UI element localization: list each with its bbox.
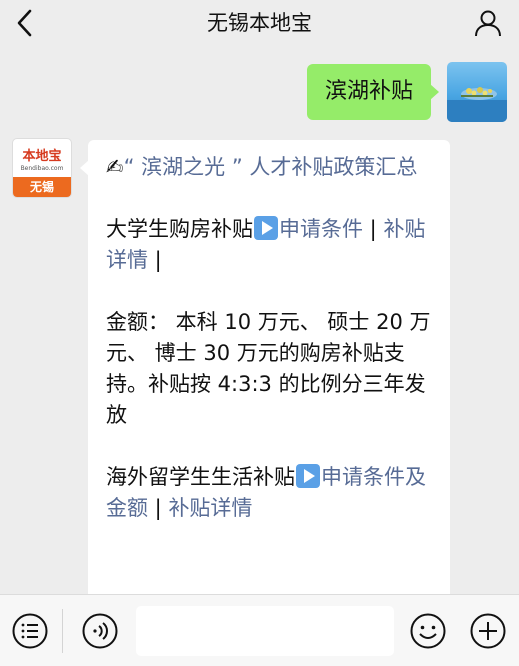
reply-amount-text: 金额： 本科 10 万元、 硕士 20 万元、 博士 30 万元的购房补贴支持。… [106,310,431,427]
user-message-bubble[interactable]: 滨湖补贴 [306,64,440,120]
person-icon [475,10,501,37]
chat-area[interactable]: 滨湖补贴 本地宝 Bendibao.com 无锡 ✍“ 滨湖之光 ” 人才补贴政… [0,46,519,594]
top-bar: 无锡本地宝 [0,0,519,46]
user-avatar[interactable] [447,62,507,122]
avatar-landscape-image [447,87,507,122]
overseas-detail-link[interactable]: 补贴详情 [168,496,252,520]
input-bar [0,594,519,666]
reply-item-overseas: 海外留学生生活补贴 申请条件及金额 | 补贴详情 [106,462,434,524]
official-account-avatar[interactable]: 本地宝 Bendibao.com 无锡 [12,138,72,198]
item-overseas-title: 海外留学生生活补贴 [106,465,295,489]
smiley-icon [410,613,446,649]
message-input[interactable] [136,606,394,656]
brand-logo: 本地宝 Bendibao.com [13,139,71,177]
chat-title: 无锡本地宝 [207,11,312,35]
separator: | [363,217,384,241]
menu-button[interactable] [10,611,50,651]
item-housing-title: 大学生购房补贴 [106,217,253,241]
play-button-icon [254,216,278,240]
reply-heading: ✍“ 滨湖之光 ” 人才补贴政策汇总 [106,152,434,183]
menu-list-icon [12,613,48,649]
brand-logo-city: 无锡 [13,177,71,197]
heading-text: “ 滨湖之光 ” 人才补贴政策汇总 [123,155,418,179]
voice-button[interactable] [80,611,120,651]
reply-item-housing: 大学生购房补贴 申请条件 | 补贴详情 | [106,214,434,276]
separator: | [148,248,162,272]
voice-icon [82,613,118,649]
play-button-icon [296,464,320,488]
plus-circle-icon [470,613,506,649]
emoji-button[interactable] [408,611,448,651]
writing-hand-icon: ✍ [106,155,124,179]
separator: | [148,496,169,520]
profile-button[interactable] [471,6,505,40]
bot-message-bubble[interactable]: ✍“ 滨湖之光 ” 人才补贴政策汇总 大学生购房补贴 申请条件 | 补贴详情 | … [80,140,450,594]
brand-logo-domain: Bendibao.com [20,164,64,172]
more-button[interactable] [468,611,508,651]
brand-logo-name: 本地宝 [22,148,62,164]
divider [62,609,63,653]
housing-apply-link[interactable]: 申请条件 [279,217,363,241]
